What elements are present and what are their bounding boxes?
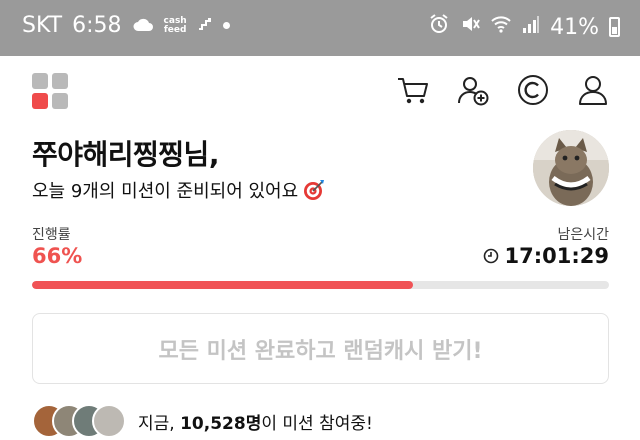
app-logo-icon[interactable]: [32, 73, 68, 109]
battery-percent: 41%: [550, 14, 599, 40]
cloud-icon: [132, 13, 154, 38]
time-left-label: 남은시간: [557, 227, 609, 243]
avatar[interactable]: [533, 130, 609, 206]
progress-bar: [32, 281, 609, 289]
mute-icon: [460, 14, 480, 40]
participants-count: 10,528명: [180, 413, 262, 434]
wifi-icon: [490, 14, 512, 40]
add-friend-icon[interactable]: [456, 73, 490, 107]
cash-coin-icon[interactable]: [516, 73, 550, 107]
time-left: 17:01:29: [483, 244, 609, 268]
alarm-icon: [428, 13, 450, 41]
complete-all-missions-button[interactable]: 모든 미션 완료하고 랜덤캐시 받기!: [32, 313, 609, 384]
cart-icon[interactable]: [396, 73, 430, 107]
status-bar: SKT 6:58 cash feed 41%: [0, 0, 640, 56]
progress-label: 진행률: [32, 227, 71, 243]
progress-bar-fill: [32, 281, 413, 289]
signal-icon: [522, 14, 540, 40]
participants-suffix: 이 미션 참여중!: [261, 413, 373, 434]
participants-row: 지금, 10,528명이 미션 참여중!: [32, 404, 373, 438]
cashfeed-icon: cash feed: [163, 15, 187, 35]
profile-icon[interactable]: [576, 73, 610, 107]
clock-icon: [483, 248, 498, 264]
time-left-value: 17:01:29: [504, 244, 609, 268]
target-icon: [304, 180, 325, 200]
header-actions: [396, 73, 610, 107]
participants-prefix: 지금,: [138, 413, 181, 434]
greeting-subtitle: 오늘 9개의 미션이 준비되어 있어요: [32, 177, 326, 203]
stairs-icon: [197, 13, 213, 38]
carrier-label: SKT: [22, 13, 63, 38]
participant-avatar: [92, 404, 126, 438]
progress-value: 66%: [32, 244, 83, 268]
battery-icon: [609, 17, 620, 37]
clock: 6:58: [72, 13, 122, 38]
greeting-subtitle-text: 오늘 9개의 미션이 준비되어 있어요: [32, 181, 299, 202]
greeting-name: 쭈야해리찡찡님,: [32, 138, 219, 171]
cat-photo: [533, 130, 609, 206]
notification-dot: [222, 22, 230, 29]
participants-text: 지금, 10,528명이 미션 참여중!: [138, 409, 373, 434]
